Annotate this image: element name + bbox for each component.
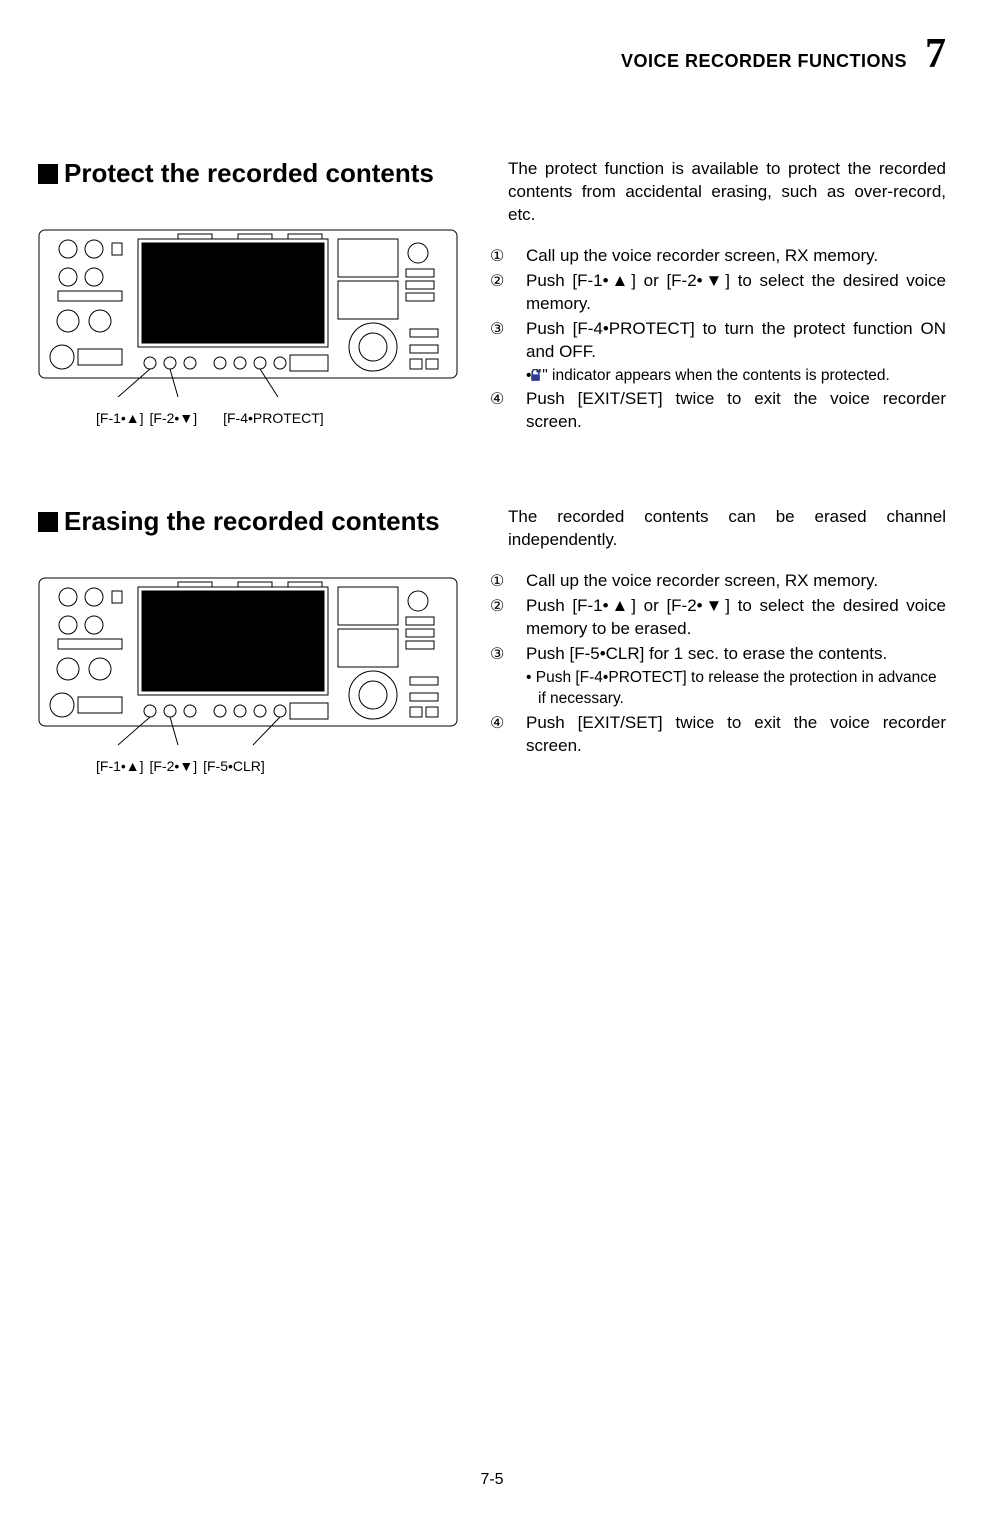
erase-step-2-text: Push [F-1•▲] or [F-2•▼] to select the de…: [526, 596, 946, 638]
erase-step-3-note: • Push [F-4•PROTECT] to release the prot…: [508, 668, 946, 710]
device-diagram-protect: [F-1•▲] [F-2•▼] [F-4•PROTECT]: [38, 229, 478, 426]
section-erase: Erasing the recorded contents: [38, 506, 946, 774]
protect-step-4-text: Push [EXIT/SET] twice to exit the voice …: [526, 389, 946, 431]
section-protect-title: Protect the recorded contents: [38, 158, 478, 189]
circled-4-icon: ④: [508, 389, 526, 411]
callout-f2: [F-2•▼]: [150, 410, 198, 426]
callout-f1: [F-1•▲]: [96, 758, 144, 774]
erase-intro: The recorded contents can be erased chan…: [508, 506, 946, 552]
circled-3-icon: ③: [508, 644, 526, 666]
erase-step-4: ④Push [EXIT/SET] twice to exit the voice…: [508, 712, 946, 758]
erase-step-3-text: Push [F-5•CLR] for 1 sec. to erase the c…: [526, 644, 887, 663]
protect-step-2: ②Push [F-1•▲] or [F-2•▼] to select the d…: [508, 270, 946, 316]
square-bullet-icon: [38, 512, 58, 532]
protect-step-4: ④Push [EXIT/SET] twice to exit the voice…: [508, 388, 946, 434]
callout-f1: [F-1•▲]: [96, 410, 144, 426]
section-erase-title: Erasing the recorded contents: [38, 506, 478, 537]
protect-intro: The protect function is available to pro…: [508, 158, 946, 227]
lock-icon: [541, 368, 542, 389]
circled-1-icon: ①: [508, 246, 526, 268]
erase-step-3: ③Push [F-5•CLR] for 1 sec. to erase the …: [508, 643, 946, 666]
protect-step-1: ①Call up the voice recorder screen, RX m…: [508, 245, 946, 268]
chapter-number: 7: [925, 30, 946, 78]
protect-step-3: ③Push [F-4•PROTECT] to turn the protect …: [508, 318, 946, 364]
section-protect: Protect the recorded contents: [38, 158, 946, 436]
square-bullet-icon: [38, 164, 58, 184]
header-title: VOICE RECORDER FUNCTIONS: [621, 51, 907, 72]
erase-step-1-text: Call up the voice recorder screen, RX me…: [526, 571, 878, 590]
circled-1-icon: ①: [508, 571, 526, 593]
protect-step-1-text: Call up the voice recorder screen, RX me…: [526, 246, 878, 265]
circled-3-icon: ③: [508, 319, 526, 341]
erase-step-2: ②Push [F-1•▲] or [F-2•▼] to select the d…: [508, 595, 946, 641]
erase-step-4-text: Push [EXIT/SET] twice to exit the voice …: [526, 713, 946, 755]
section-protect-title-text: Protect the recorded contents: [64, 158, 434, 188]
protect-step-2-text: Push [F-1•▲] or [F-2•▼] to select the de…: [526, 271, 946, 313]
section-erase-title-text: Erasing the recorded contents: [64, 506, 440, 536]
callout-f4-protect: [F-4•PROTECT]: [223, 410, 324, 426]
device-diagram-erase: [F-1•▲] [F-2•▼] [F-5•CLR]: [38, 577, 478, 774]
circled-4-icon: ④: [508, 713, 526, 735]
page-header: VOICE RECORDER FUNCTIONS 7: [38, 30, 946, 78]
protect-note-post: " indicator appears when the contents is…: [542, 367, 890, 384]
callout-f2: [F-2•▼]: [150, 758, 198, 774]
page-number: 7-5: [480, 1471, 503, 1489]
callout-f5-clr: [F-5•CLR]: [203, 758, 265, 774]
protect-step-3-note: • "" indicator appears when the contents…: [508, 366, 946, 387]
erase-step-1: ①Call up the voice recorder screen, RX m…: [508, 570, 946, 593]
circled-2-icon: ②: [508, 596, 526, 618]
protect-step-3-text: Push [F-4•PROTECT] to turn the protect f…: [526, 319, 946, 361]
circled-2-icon: ②: [508, 271, 526, 293]
